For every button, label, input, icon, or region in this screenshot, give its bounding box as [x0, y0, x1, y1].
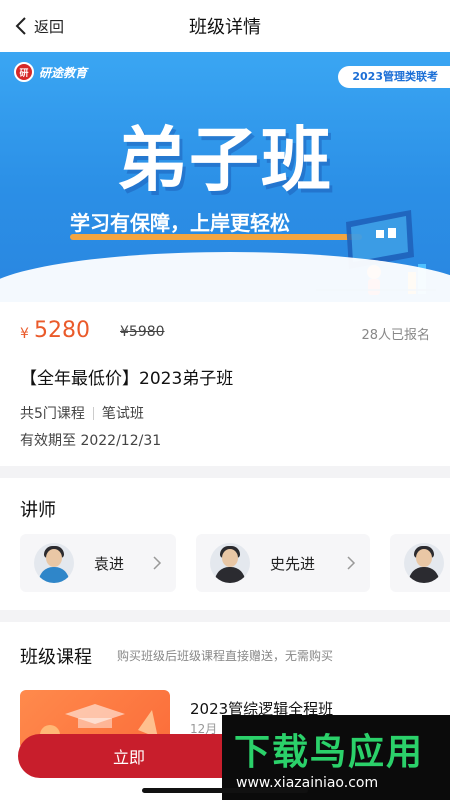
course-meta: 共5门课程 笔试班	[20, 403, 144, 423]
class-courses-heading: 班级课程	[20, 647, 92, 668]
logo-icon: 研	[14, 62, 34, 82]
class-type: 笔试班	[101, 406, 144, 422]
teacher-card[interactable]: 史先进	[196, 534, 370, 592]
teacher-name: 袁进	[94, 554, 125, 573]
chevron-right-icon	[347, 556, 356, 570]
exam-tag: 2023管理类联考	[338, 66, 450, 88]
home-indicator[interactable]	[142, 788, 308, 793]
logo-text: 研途教育	[39, 65, 88, 80]
avatar	[210, 543, 250, 583]
lesson-count: 共5门课程	[20, 406, 85, 422]
avatar	[34, 543, 74, 583]
currency-symbol: ¥	[20, 326, 29, 342]
price-row: ¥ 5280 ¥5980 28人已报名	[20, 318, 430, 348]
page-title: 班级详情	[189, 17, 261, 38]
brand-logo: 研 研途教育	[14, 62, 87, 82]
course-title: 【全年最低价】2023弟子班	[20, 369, 234, 389]
meta-divider	[92, 406, 94, 420]
banner-slogan: 学习有保障，上岸更轻松	[70, 211, 290, 235]
watermark-title: 下载鸟应用	[234, 732, 425, 773]
buy-button-label: 立即	[112, 748, 145, 767]
nav-bar: 返回 班级详情	[0, 0, 450, 52]
teacher-card[interactable]: 袁进	[20, 534, 176, 592]
section-divider	[0, 466, 450, 478]
validity: 有效期至 2022/12/31	[20, 433, 162, 449]
course-banner: 研 研途教育 2023管理类联考 弟子班 学习有保障，上岸更轻松	[0, 52, 450, 302]
chevron-right-icon	[153, 556, 162, 570]
enrolled-count: 28人已报名	[361, 328, 430, 343]
teachers-heading: 讲师	[20, 500, 56, 521]
avatar	[404, 543, 444, 583]
teacher-name: 史先进	[270, 554, 316, 573]
teacher-card[interactable]	[390, 534, 450, 592]
banner-title: 弟子班	[117, 119, 333, 201]
section-divider	[0, 610, 450, 622]
original-price: ¥5980	[120, 324, 165, 340]
current-price: 5280	[34, 318, 90, 343]
class-courses-subtitle: 购买班级后班级课程直接赠送，无需购买	[117, 649, 334, 663]
